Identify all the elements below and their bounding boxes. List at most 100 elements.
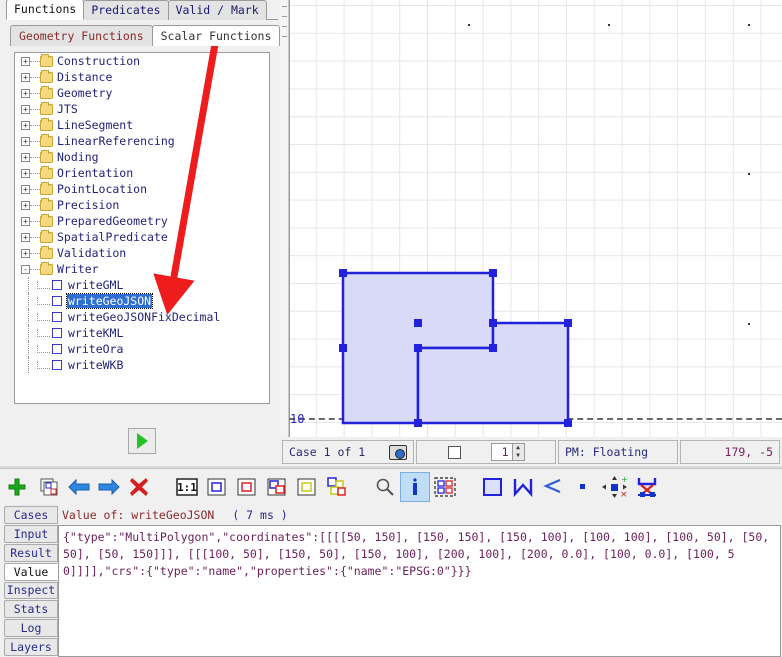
- zoom-to-a-b-button[interactable]: [262, 472, 292, 502]
- expand-toggle-icon[interactable]: +: [21, 216, 30, 226]
- folder-icon: [40, 53, 53, 67]
- expand-toggle-icon[interactable]: +: [21, 200, 30, 210]
- zoom-to-all-button[interactable]: [322, 472, 352, 502]
- execute-button[interactable]: [128, 428, 156, 454]
- expand-toggle-icon[interactable]: +: [21, 152, 30, 162]
- expand-toggle-icon[interactable]: +: [21, 232, 30, 242]
- tree-folder-validation[interactable]: + Validation: [15, 245, 269, 261]
- expand-toggle-icon[interactable]: +: [21, 72, 30, 82]
- zoom-one-to-one-button[interactable]: 1:1: [172, 472, 202, 502]
- tree-item-writeGeoJSON[interactable]: writeGeoJSON: [15, 293, 269, 309]
- tree-folder-geometry[interactable]: + Geometry: [15, 85, 269, 101]
- tree-folder-preparedgeometry[interactable]: + PreparedGeometry: [15, 213, 269, 229]
- precision-model-cell[interactable]: PM: Floating: [558, 440, 678, 464]
- result-tab-result[interactable]: Result: [4, 543, 58, 562]
- tree-connector: [30, 268, 40, 270]
- tree-folder-noding[interactable]: + Noding: [15, 149, 269, 165]
- result-tab-inspect[interactable]: Inspect: [4, 581, 58, 600]
- tab-predicates[interactable]: Predicates: [83, 0, 169, 20]
- all-squares-icon: [327, 476, 346, 496]
- blue-square-icon: [207, 478, 226, 495]
- tab-scalar-functions[interactable]: Scalar Functions: [151, 25, 281, 46]
- zoom-to-result-button[interactable]: [292, 472, 322, 502]
- expand-toggle-icon[interactable]: +: [21, 104, 30, 114]
- tree-item-writeGeoJSONFixDecimal[interactable]: writeGeoJSONFixDecimal: [15, 309, 269, 325]
- info-tool-button[interactable]: [400, 471, 430, 502]
- tree-folder-linesegment[interactable]: + LineSegment: [15, 117, 269, 133]
- tree-item-label: writeGeoJSONFixDecimal: [68, 310, 221, 324]
- spinner-up-icon[interactable]: ▲: [512, 444, 524, 452]
- tree-folder-spatialpredicate[interactable]: + SpatialPredicate: [15, 229, 269, 245]
- result-tab-input[interactable]: Input: [4, 524, 58, 543]
- previous-case-button[interactable]: [64, 472, 94, 502]
- result-text-output[interactable]: {"type":"MultiPolygon","coordinates":[[[…: [58, 525, 781, 657]
- function-checkbox[interactable]: [52, 280, 62, 290]
- delete-vertex-button[interactable]: [632, 472, 662, 502]
- camera-icon[interactable]: [389, 444, 407, 460]
- tab-functions[interactable]: Functions: [6, 0, 85, 20]
- edit-vertex-button[interactable]: + ×: [598, 472, 632, 502]
- function-checkbox[interactable]: [52, 344, 62, 354]
- tree-connector: [28, 293, 29, 309]
- expand-toggle-icon[interactable]: +: [21, 184, 30, 194]
- result-tab-stats[interactable]: Stats: [4, 600, 58, 619]
- zoom-to-a-button[interactable]: [202, 472, 232, 502]
- tree-folder-distance[interactable]: + Distance: [15, 69, 269, 85]
- function-checkbox[interactable]: [52, 360, 62, 370]
- function-checkbox[interactable]: [52, 312, 62, 322]
- geometry-view[interactable]: 10: [280, 0, 782, 437]
- red-square-icon: [237, 478, 256, 495]
- draw-point-button[interactable]: [568, 472, 598, 502]
- result-tab-log[interactable]: Log: [4, 619, 58, 638]
- result-tab-layers[interactable]: Layers: [4, 638, 58, 656]
- collapse-toggle-icon[interactable]: -: [21, 264, 30, 274]
- expand-toggle-icon[interactable]: +: [21, 136, 30, 146]
- tree-folder-orientation[interactable]: + Orientation: [15, 165, 269, 181]
- copy-case-button[interactable]: [34, 472, 64, 502]
- result-tab-value[interactable]: Value: [4, 562, 58, 581]
- tree-connector: [28, 325, 29, 341]
- function-checkbox[interactable]: [52, 296, 62, 306]
- draw-line-button[interactable]: [538, 472, 568, 502]
- tree-connector: [30, 204, 40, 206]
- tab-geometry-functions[interactable]: Geometry Functions: [10, 25, 153, 46]
- expand-toggle-icon[interactable]: +: [21, 248, 30, 258]
- spinner-arrows[interactable]: ▲ ▼: [511, 444, 524, 460]
- case-indicator[interactable]: Case 1 of 1: [282, 440, 414, 464]
- delete-case-button[interactable]: [124, 472, 154, 502]
- draw-polygon-button[interactable]: [478, 472, 508, 502]
- folder-icon: [40, 149, 53, 163]
- tree-connector: [30, 236, 40, 238]
- tree-item-writeWKB[interactable]: writeWKB: [15, 357, 269, 373]
- extract-component-button[interactable]: [430, 472, 460, 502]
- polygon-icon: [483, 477, 502, 496]
- tree-folder-pointlocation[interactable]: + PointLocation: [15, 181, 269, 197]
- tree-item-writeOra[interactable]: writeOra: [15, 341, 269, 357]
- case-spinner[interactable]: 1 ▲ ▼: [490, 443, 525, 461]
- tree-folder-precision[interactable]: + Precision: [15, 197, 269, 213]
- tree-item-writeGML[interactable]: writeGML: [15, 277, 269, 293]
- tree-item-writeKML[interactable]: writeKML: [15, 325, 269, 341]
- case-spinner-cell[interactable]: 1 ▲ ▼: [416, 440, 556, 464]
- tree-folder-construction[interactable]: + Construction: [15, 53, 269, 69]
- expand-toggle-icon[interactable]: +: [21, 120, 30, 130]
- function-tree[interactable]: + Construction + Distance + Geometry + JTS + Line…: [14, 52, 270, 404]
- function-checkbox[interactable]: [52, 328, 62, 338]
- add-case-button[interactable]: [0, 472, 34, 502]
- tree-folder-linearreferencing[interactable]: + LinearReferencing: [15, 133, 269, 149]
- zoom-to-b-button[interactable]: [232, 472, 262, 502]
- expand-toggle-icon[interactable]: +: [21, 56, 30, 66]
- tree-folder-writer[interactable]: - Writer: [15, 261, 269, 277]
- next-case-button[interactable]: [94, 472, 124, 502]
- expand-toggle-icon[interactable]: +: [21, 88, 30, 98]
- result-tab-cases[interactable]: Cases: [4, 506, 58, 524]
- spinner-down-icon[interactable]: ▼: [512, 452, 524, 460]
- tree-folder-jts[interactable]: + JTS: [15, 101, 269, 117]
- svg-text:×: ×: [620, 490, 628, 498]
- zoom-tool-button[interactable]: [370, 472, 400, 502]
- tree-folder-label: Distance: [57, 70, 113, 84]
- tab-valid-mark[interactable]: Valid / Mark: [167, 0, 267, 20]
- statusbar-checkbox[interactable]: [447, 445, 461, 459]
- draw-linestring-button[interactable]: [508, 472, 538, 502]
- expand-toggle-icon[interactable]: +: [21, 168, 30, 178]
